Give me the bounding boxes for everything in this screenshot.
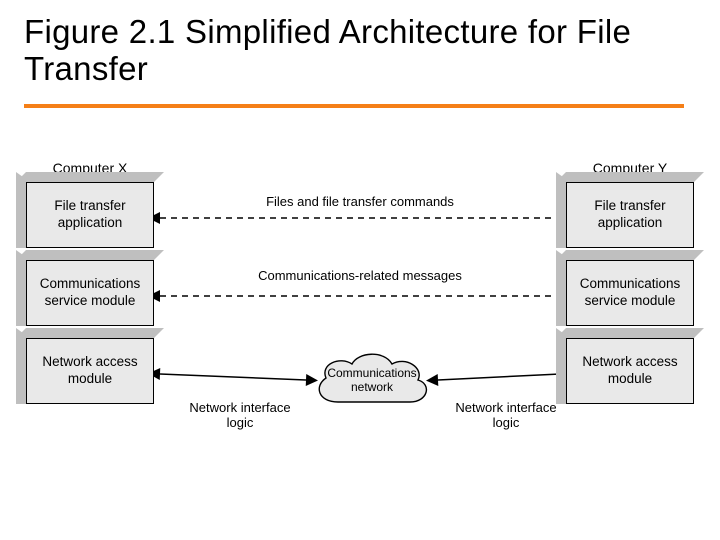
y-comm-service-layer: Communications service module xyxy=(566,260,694,326)
label-files-commands: Files and file transfer commands xyxy=(230,194,490,209)
label-net-if-logic-right: Network interface logic xyxy=(446,400,566,430)
cloud-line2: network xyxy=(351,380,393,394)
communications-network-cloud: Communications network xyxy=(306,346,438,418)
title-underline xyxy=(24,104,684,108)
y-file-transfer-layer: File transfer application xyxy=(566,182,694,248)
x-comm-service-layer: Communications service module xyxy=(26,260,154,326)
y-comm-service-text: Communications service module xyxy=(566,260,694,326)
figure-title: Figure 2.1 Simplified Architecture for F… xyxy=(24,14,696,88)
y-network-access-layer: Network access module xyxy=(566,338,694,404)
computer-y-stack: Computer Y File transfer application Com… xyxy=(566,160,694,416)
architecture-diagram: Computer X File transfer application Com… xyxy=(0,138,720,518)
cloud-label: Communications network xyxy=(306,366,438,395)
y-network-access-text: Network access module xyxy=(566,338,694,404)
y-file-transfer-text: File transfer application xyxy=(566,182,694,248)
label-net-if-logic-left: Network interface logic xyxy=(180,400,300,430)
x-file-transfer-text: File transfer application xyxy=(26,182,154,248)
x-comm-service-text: Communications service module xyxy=(26,260,154,326)
x-file-transfer-layer: File transfer application xyxy=(26,182,154,248)
x-network-access-layer: Network access module xyxy=(26,338,154,404)
computer-x-stack: Computer X File transfer application Com… xyxy=(26,160,154,416)
x-network-access-text: Network access module xyxy=(26,338,154,404)
cloud-line1: Communications xyxy=(327,366,416,380)
label-comm-messages: Communications-related messages xyxy=(230,268,490,283)
